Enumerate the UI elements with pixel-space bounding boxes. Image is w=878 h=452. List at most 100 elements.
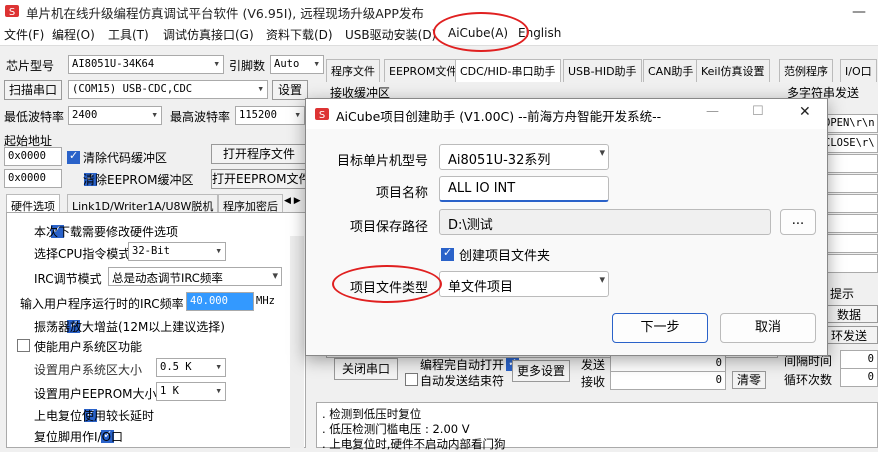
user-eeprom-select[interactable]: 1 K: [156, 382, 226, 401]
cpu-mode-label: 选择CPU指令模式: [34, 247, 131, 261]
project-name-label: 项目名称: [375, 186, 428, 201]
tab-usb-hid[interactable]: USB-HID助手: [563, 59, 642, 82]
modify-hw-label: 本次下载需要修改硬件选项: [34, 225, 179, 239]
irc-mode-select[interactable]: 总是动态调节IRC频率: [108, 267, 282, 286]
tab-io[interactable]: I/O口: [840, 59, 877, 82]
clear-eeprom-label: 清除EEPROM缓冲区: [83, 173, 194, 187]
user-sys-size-label: 设置用户系统区大小: [34, 363, 143, 377]
app-logo-icon: S: [5, 5, 19, 18]
interval-input[interactable]: 0: [840, 350, 878, 369]
menu-usb-driver[interactable]: USB驱动安装(D): [345, 26, 436, 43]
dialog-title: AiCube项目创建助手 (V1.00C) --前海方舟智能开发系统--: [336, 109, 662, 124]
recv-count-field: 0: [610, 371, 726, 390]
multi-send-item-4[interactable]: [820, 174, 878, 193]
loop-count-label: 循环次数: [784, 373, 833, 387]
auto-send-end-label: 自动发送结束符: [420, 374, 505, 388]
create-folder-checkbox[interactable]: [441, 246, 454, 261]
highlight-project-type-ellipse: [332, 265, 442, 303]
svg-text:S: S: [319, 110, 325, 121]
recv-stat-label: 接收: [581, 375, 606, 389]
open-eeprom-button[interactable]: 打开EEPROM文件: [211, 169, 311, 189]
max-baud-select[interactable]: 115200: [235, 106, 305, 125]
menu-program[interactable]: 编程(O): [52, 26, 95, 43]
loop-send-button[interactable]: 环发送: [820, 326, 878, 344]
multi-send-item-1[interactable]: OPEN\r\n: [820, 114, 878, 133]
menu-debug[interactable]: 调试仿真接口(G): [163, 26, 254, 43]
tab-scroll-arrows[interactable]: ◀ ▶: [284, 196, 301, 206]
clear-count-button[interactable]: 清零: [732, 371, 766, 389]
tab-keil[interactable]: Keil仿真设置: [696, 59, 770, 82]
multi-send-item-2[interactable]: CLOSE\r\: [820, 134, 878, 153]
min-baud-select[interactable]: 2400: [68, 106, 162, 125]
dialog-minimize-button[interactable]: —: [706, 104, 719, 119]
irc-freq-input[interactable]: 40.000: [186, 292, 254, 311]
code-addr-field[interactable]: 0x0000: [4, 147, 62, 166]
scan-port-button[interactable]: 扫描串口: [4, 80, 62, 100]
log-line-3: . 上电复位时,硬件不启动内部看门狗: [322, 437, 506, 451]
save-path-label: 项目保存路径: [349, 220, 428, 235]
max-baud-label: 最高波特率: [170, 110, 231, 124]
irc-mode-label: IRC调节模式: [34, 272, 102, 286]
tab-examples[interactable]: 范例程序: [779, 59, 833, 82]
save-path-input[interactable]: D:\测试: [439, 209, 771, 235]
svg-text:S: S: [9, 7, 15, 18]
dialog-maximize-button[interactable]: ☐: [752, 104, 764, 119]
clear-code-label: 清除代码缓冲区: [83, 151, 168, 165]
create-folder-label: 创建项目文件夹: [459, 249, 551, 264]
cancel-button[interactable]: 取消: [720, 313, 816, 343]
hint-label: 提示: [830, 287, 855, 301]
target-chip-label: 目标单片机型号: [336, 154, 428, 169]
open-program-button[interactable]: 打开程序文件: [211, 144, 307, 164]
more-settings-button[interactable]: 更多设置: [512, 360, 570, 382]
user-sys-area-label: 使能用户系统区功能: [34, 340, 143, 354]
user-sys-area-checkbox[interactable]: [17, 339, 30, 352]
multi-send-item-7[interactable]: [820, 234, 878, 253]
tab-cdc-hid-serial[interactable]: CDC/HID-串口助手: [455, 59, 561, 82]
min-baud-label: 最低波特率: [4, 110, 65, 124]
multi-send-item-5[interactable]: [820, 194, 878, 213]
pin-label: 引脚数: [229, 59, 266, 73]
port-select[interactable]: (COM15) USB-CDC,CDC: [68, 80, 268, 99]
user-eeprom-label: 设置用户EEPROM大小: [34, 387, 157, 401]
aicube-project-dialog: S AiCube项目创建助手 (V1.00C) --前海方舟智能开发系统-- —…: [305, 98, 828, 356]
multi-send-item-6[interactable]: [820, 214, 878, 233]
target-chip-select[interactable]: Ai8051U-32系列: [439, 144, 609, 170]
cpu-mode-select[interactable]: 32-Bit: [128, 242, 226, 261]
log-line-2: . 低压检测门槛电压 : 2.00 V: [322, 422, 470, 436]
window-title: 单片机在线升级编程仿真调试平台软件 (V6.95I), 远程现场升级APP发布: [26, 6, 424, 21]
send-stat-label: 发送: [581, 358, 606, 372]
minimize-button[interactable]: —: [852, 4, 866, 20]
highlight-aicube-ellipse: [433, 12, 529, 52]
menu-download[interactable]: 资料下载(D): [266, 26, 333, 43]
auto-send-end-checkbox[interactable]: [405, 373, 418, 386]
eeprom-addr-field[interactable]: 0x0000: [4, 169, 62, 188]
user-sys-size-select[interactable]: 0.5 K: [156, 358, 226, 377]
irc-freq-unit: MHz: [256, 295, 275, 307]
tab-program-file[interactable]: 程序文件: [326, 59, 380, 82]
chip-select[interactable]: AI8051U-34K64: [68, 55, 224, 74]
menu-file[interactable]: 文件(F): [4, 26, 44, 43]
pin-select[interactable]: Auto: [270, 55, 324, 74]
settings-button[interactable]: 设置: [272, 80, 308, 100]
tab-eeprom-file[interactable]: EEPROM文件: [384, 59, 463, 82]
project-type-select[interactable]: 单文件项目: [439, 271, 609, 297]
menu-tools[interactable]: 工具(T): [108, 26, 149, 43]
dialog-app-icon: S: [315, 108, 329, 121]
next-step-button[interactable]: 下一步: [612, 313, 708, 343]
data-button[interactable]: 数据: [820, 305, 878, 323]
loop-count-input[interactable]: 0: [840, 368, 878, 387]
log-line-1: . 检测到低压时复位: [322, 407, 422, 421]
options-scrollbar[interactable]: [290, 236, 304, 448]
auto-open-label: 编程完自动打开: [420, 358, 505, 372]
multi-send-item-8[interactable]: [820, 254, 878, 273]
clear-code-checkbox[interactable]: [67, 149, 80, 164]
project-name-input[interactable]: ALL IO INT: [439, 176, 609, 202]
browse-path-button[interactable]: ...: [780, 209, 816, 235]
power-reset-label: 上电复位使用较长延时: [34, 409, 155, 423]
close-port-button[interactable]: 关闭串口: [334, 358, 398, 380]
reset-pin-label: 复位脚用作I/O口: [34, 430, 124, 444]
multi-send-item-3[interactable]: [820, 154, 878, 173]
dialog-close-button[interactable]: ✕: [799, 104, 811, 120]
irc-freq-label: 输入用户程序运行时的IRC频率: [20, 297, 184, 311]
tab-can[interactable]: CAN助手: [643, 59, 699, 82]
